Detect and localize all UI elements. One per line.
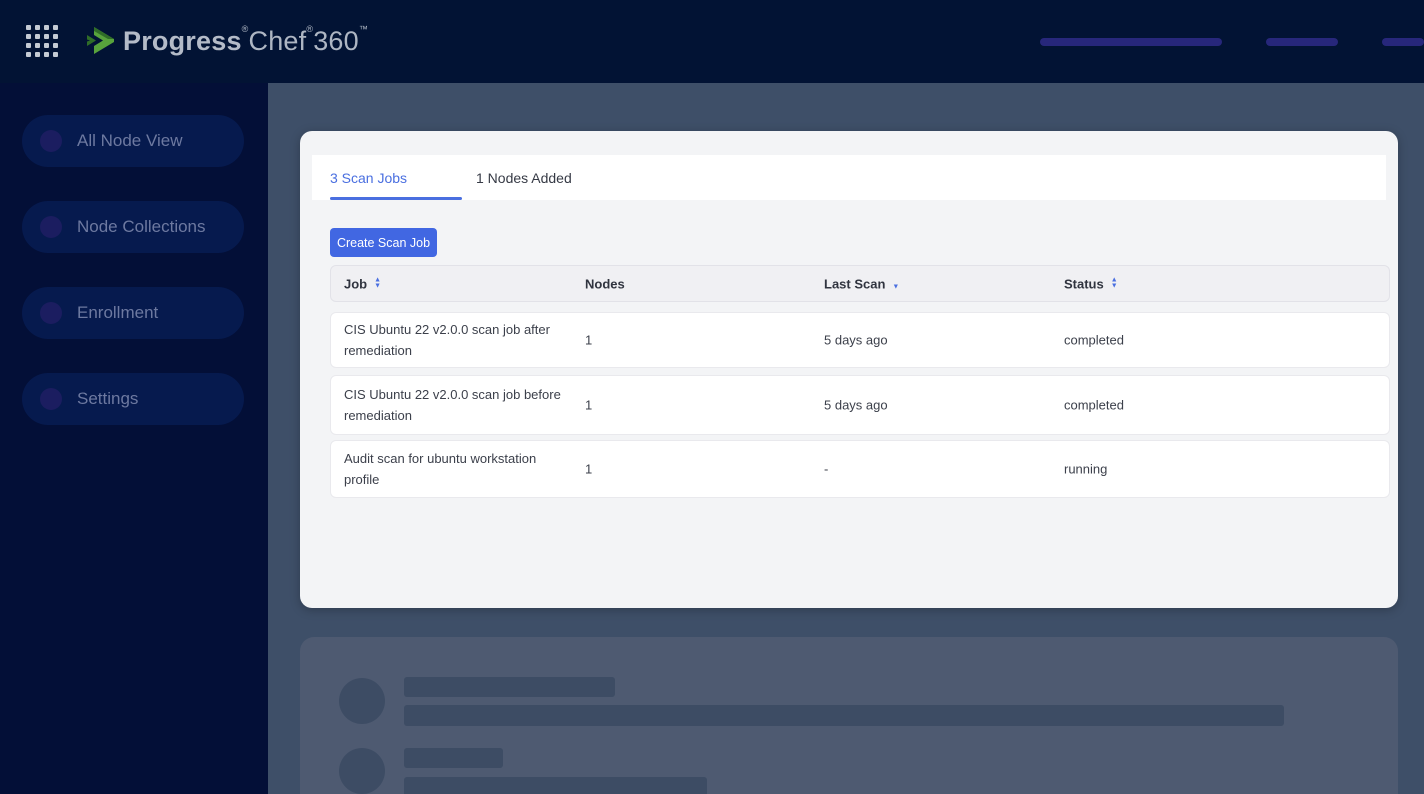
cell-status: running: [1064, 462, 1107, 477]
skeleton-avatar: [339, 748, 385, 794]
cell-status: completed: [1064, 398, 1124, 413]
column-header-last-scan[interactable]: Last Scan ▼: [824, 276, 899, 291]
sidebar-item-all-node-view[interactable]: All Node View: [22, 115, 244, 167]
brand-suite: 360: [313, 26, 359, 56]
sidebar-item-label: Settings: [77, 389, 138, 409]
cell-nodes: 1: [585, 333, 592, 348]
brand-progress: Progress: [123, 26, 242, 56]
sidebar-item-label: Enrollment: [77, 303, 158, 323]
nav-item-placeholder-2[interactable]: [1266, 38, 1338, 46]
app-launcher-icon[interactable]: [26, 25, 60, 59]
node-view-icon: [40, 130, 62, 152]
sidebar-item-settings[interactable]: Settings: [22, 373, 244, 425]
skeleton-line: [404, 748, 503, 768]
scan-jobs-card: 3 Scan Jobs 1 Nodes Added Create Scan Jo…: [300, 131, 1398, 608]
skeleton-avatar: [339, 678, 385, 724]
cell-last-scan: 5 days ago: [824, 398, 888, 413]
skeleton-line: [404, 677, 615, 697]
sort-icon[interactable]: ▲▼: [374, 278, 381, 290]
cell-nodes: 1: [585, 398, 592, 413]
column-header-job[interactable]: Job ▲▼: [344, 276, 381, 291]
loading-placeholder-card: [300, 637, 1398, 794]
enrollment-icon: [40, 302, 62, 324]
topbar: Progress®Chef®360™: [0, 0, 1424, 83]
sidebar-item-enrollment[interactable]: Enrollment: [22, 287, 244, 339]
brand-logo[interactable]: Progress®Chef®360™: [84, 24, 368, 57]
active-tab-indicator: [330, 197, 462, 200]
tab-bar: 3 Scan Jobs 1 Nodes Added: [312, 155, 1386, 200]
cell-job: Audit scan for ubuntu workstation profil…: [344, 448, 572, 490]
cell-job: CIS Ubuntu 22 v2.0.0 scan job after reme…: [344, 319, 572, 361]
table-header-row: Job ▲▼ Nodes Last Scan ▼ Status ▲▼: [330, 265, 1390, 302]
settings-icon: [40, 388, 62, 410]
cell-job: CIS Ubuntu 22 v2.0.0 scan job before rem…: [344, 384, 572, 426]
brand-chef: Chef: [249, 26, 307, 56]
table-row[interactable]: CIS Ubuntu 22 v2.0.0 scan job before rem…: [330, 375, 1390, 435]
cell-last-scan: 5 days ago: [824, 333, 888, 348]
cell-status: completed: [1064, 333, 1124, 348]
sidebar-item-node-collections[interactable]: Node Collections: [22, 201, 244, 253]
tab-nodes-added[interactable]: 1 Nodes Added: [476, 155, 572, 200]
brand-wordmark: Progress®Chef®360™: [123, 24, 368, 57]
skeleton-line: [404, 705, 1284, 726]
cell-last-scan: -: [824, 462, 828, 477]
tab-scan-jobs[interactable]: 3 Scan Jobs: [330, 155, 407, 200]
sidebar-item-label: All Node View: [77, 131, 183, 151]
nav-item-placeholder-3[interactable]: [1382, 38, 1424, 46]
column-header-nodes[interactable]: Nodes: [585, 276, 625, 291]
node-collections-icon: [40, 216, 62, 238]
nav-item-placeholder-1[interactable]: [1040, 38, 1222, 46]
sort-down-icon[interactable]: ▼: [892, 277, 899, 290]
column-header-status[interactable]: Status ▲▼: [1064, 276, 1118, 291]
skeleton-line: [404, 777, 707, 794]
table-row[interactable]: CIS Ubuntu 22 v2.0.0 scan job after reme…: [330, 312, 1390, 368]
sidebar: All Node View Node Collections Enrollmen…: [0, 83, 268, 794]
table-row[interactable]: Audit scan for ubuntu workstation profil…: [330, 440, 1390, 498]
chef-logo-icon: [84, 24, 117, 57]
sidebar-item-label: Node Collections: [77, 217, 206, 237]
cell-nodes: 1: [585, 462, 592, 477]
create-scan-job-button[interactable]: Create Scan Job: [330, 228, 437, 257]
sort-icon[interactable]: ▲▼: [1111, 278, 1118, 290]
